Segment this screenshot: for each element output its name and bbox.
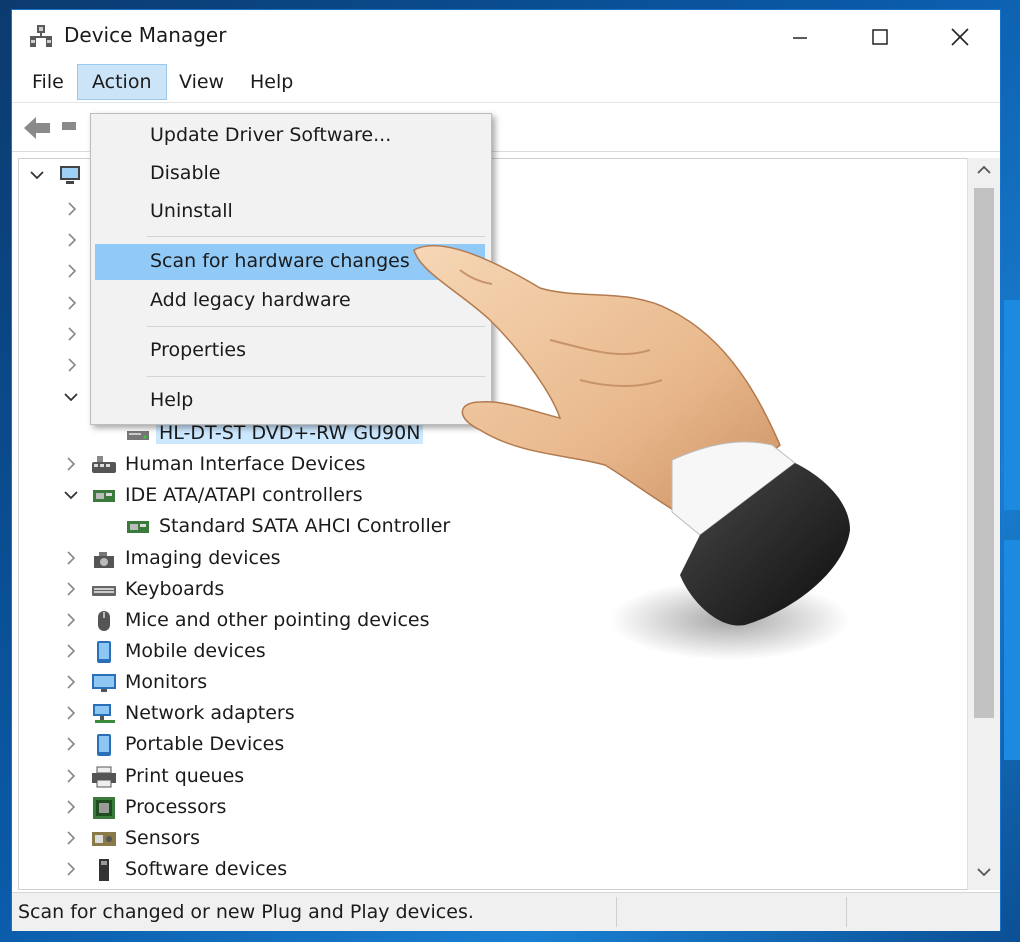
close-button[interactable] — [920, 10, 1000, 64]
menu-view[interactable]: View — [165, 64, 238, 100]
status-text: Scan for changed or new Plug and Play de… — [18, 901, 474, 923]
device-manager-icon — [30, 25, 52, 47]
desktop-tile — [1004, 300, 1020, 510]
tree-item-label: Network adapters — [125, 702, 295, 724]
scrollbar-thumb[interactable] — [974, 188, 994, 718]
software-device-icon — [99, 859, 109, 881]
printer-icon — [92, 766, 116, 788]
scroll-down-icon[interactable] — [976, 866, 992, 878]
chevron-right-icon[interactable] — [65, 326, 79, 342]
chevron-right-icon[interactable] — [65, 201, 79, 217]
hid-icon — [92, 456, 116, 473]
desktop-tile — [1004, 540, 1020, 760]
chevron-right-icon[interactable] — [63, 643, 79, 659]
processor-icon — [93, 797, 115, 819]
tree-item-label: Monitors — [125, 671, 208, 693]
tree-item-print-queues[interactable]: Print queues — [19, 762, 959, 793]
network-icon — [93, 704, 115, 723]
tree-item-label: Mice and other pointing devices — [125, 609, 430, 631]
menu-item-update-driver[interactable]: Update Driver Software... — [95, 118, 485, 154]
maximize-icon — [872, 29, 888, 45]
keyboard-icon — [92, 586, 116, 596]
tree-item-label: Portable Devices — [125, 733, 285, 755]
back-arrow-icon[interactable] — [22, 115, 52, 141]
dvd-drive-icon — [127, 431, 149, 440]
tree-item-portable-devices[interactable]: Portable Devices — [19, 730, 959, 761]
chevron-right-icon[interactable] — [63, 674, 79, 690]
menu-item-uninstall[interactable]: Uninstall — [95, 194, 485, 230]
monitor-icon — [92, 674, 116, 692]
status-bar: Scan for changed or new Plug and Play de… — [12, 892, 1000, 931]
chevron-right-icon[interactable] — [63, 456, 79, 472]
chevron-down-icon[interactable] — [63, 487, 79, 503]
mouse-icon — [98, 611, 110, 631]
chevron-right-icon[interactable] — [63, 612, 79, 628]
camera-icon — [94, 552, 114, 568]
tree-item-label: Mobile devices — [125, 640, 266, 662]
chevron-right-icon[interactable] — [63, 550, 79, 566]
menu-action[interactable]: Action — [77, 64, 167, 100]
tree-item-label: Sensors — [125, 827, 201, 849]
forward-arrow-icon[interactable] — [62, 119, 76, 133]
tree-item-label: IDE ATA/ATAPI controllers — [125, 484, 363, 506]
chevron-down-icon[interactable] — [29, 167, 45, 183]
chevron-right-icon[interactable] — [65, 263, 79, 279]
tree-item-label: Processors — [125, 796, 227, 818]
tree-item-network-adapters[interactable]: Network adapters — [19, 699, 959, 730]
chevron-right-icon[interactable] — [65, 232, 79, 248]
status-divider — [616, 897, 617, 927]
portable-device-icon — [97, 734, 111, 756]
chevron-down-icon[interactable] — [63, 391, 79, 405]
scroll-up-icon[interactable] — [976, 164, 992, 176]
tree-item-processors[interactable]: Processors — [19, 793, 959, 824]
tree-item-label: Imaging devices — [125, 547, 281, 569]
tree-item-sensors[interactable]: Sensors — [19, 824, 959, 855]
ide-controller-icon — [93, 490, 115, 502]
chevron-right-icon[interactable] — [63, 581, 79, 597]
sensor-icon — [92, 832, 116, 846]
mobile-icon — [97, 641, 111, 663]
tree-item-monitors[interactable]: Monitors — [19, 668, 959, 699]
maximize-button[interactable] — [840, 10, 920, 64]
menu-file[interactable]: File — [18, 64, 78, 100]
status-divider — [846, 897, 847, 927]
chevron-right-icon[interactable] — [65, 357, 79, 373]
chevron-right-icon[interactable] — [63, 736, 79, 752]
tree-item-label: Software devices — [125, 858, 288, 880]
close-icon — [951, 28, 969, 46]
menu-help[interactable]: Help — [236, 64, 307, 100]
chevron-right-icon[interactable] — [63, 705, 79, 721]
chevron-right-icon[interactable] — [63, 768, 79, 784]
tree-item-software-devices[interactable]: Software devices — [19, 855, 959, 886]
minimize-button[interactable] — [760, 10, 840, 64]
vertical-scrollbar[interactable] — [967, 158, 1000, 890]
tree-item-label: HL-DT-ST DVD+-RW GU90N — [156, 422, 424, 444]
menu-item-disable[interactable]: Disable — [95, 156, 485, 192]
computer-icon — [60, 166, 80, 184]
minimize-icon — [793, 37, 807, 39]
chevron-right-icon[interactable] — [63, 861, 79, 877]
pointing-hand-icon — [413, 245, 850, 660]
chevron-right-icon[interactable] — [65, 295, 79, 311]
sata-controller-icon — [127, 521, 149, 533]
window-title: Device Manager — [64, 23, 227, 47]
chevron-right-icon[interactable] — [63, 830, 79, 846]
tree-item-label: Keyboards — [125, 578, 225, 600]
title-bar[interactable]: Device Manager — [12, 10, 1000, 64]
chevron-right-icon[interactable] — [63, 799, 79, 815]
menu-bar: File Action View Help — [12, 64, 1000, 103]
tree-item-label: Print queues — [125, 765, 245, 787]
tree-item-label: Human Interface Devices — [125, 453, 366, 475]
